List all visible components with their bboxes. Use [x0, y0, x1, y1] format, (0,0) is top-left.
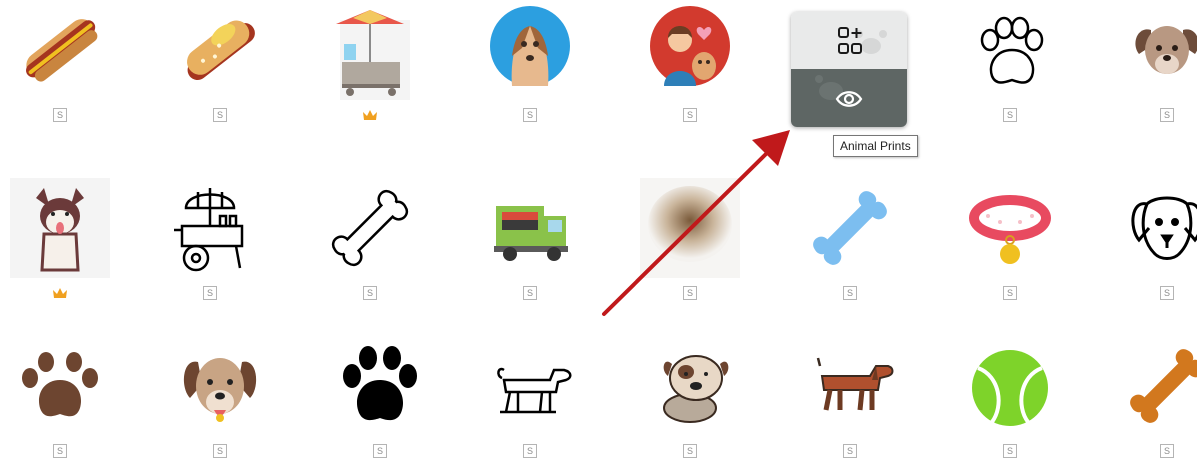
hot-dog-mustard-icon[interactable]: [170, 0, 270, 100]
icon-tooltip: Animal Prints: [833, 135, 918, 157]
dog-face-outline-icon[interactable]: [1117, 178, 1197, 278]
paw-black-icon[interactable]: [330, 336, 430, 436]
bone-blue-icon[interactable]: [800, 178, 900, 278]
standard-badge: S: [363, 286, 377, 300]
bulldog-icon[interactable]: [640, 336, 740, 436]
standard-badge: S: [53, 444, 67, 458]
paw-outline-icon[interactable]: [960, 0, 1060, 100]
food-cart-umbrella-icon[interactable]: [160, 178, 260, 278]
premium-crown-icon: [363, 110, 377, 120]
standard-badge: S: [203, 286, 217, 300]
dog-face-icon[interactable]: [1117, 0, 1197, 100]
food-truck-icon[interactable]: [480, 178, 580, 278]
standard-badge: S: [213, 108, 227, 122]
dog-collar-icon[interactable]: [960, 178, 1060, 278]
standard-badge: S: [683, 108, 697, 122]
result-cell: S: [1107, 0, 1197, 130]
result-cell: S: [950, 336, 1070, 466]
result-cell: S: [1107, 178, 1197, 308]
hot-dog-icon[interactable]: [10, 0, 110, 100]
result-cell: S: [630, 336, 750, 466]
add-to-collection-button[interactable]: [791, 12, 907, 69]
eye-icon[interactable]: [835, 89, 863, 109]
dog-owner-icon[interactable]: [640, 0, 740, 100]
tennis-ball-icon[interactable]: [960, 336, 1060, 436]
standard-badge: S: [843, 444, 857, 458]
bone-outline-icon[interactable]: [320, 178, 420, 278]
result-cell: S: [160, 336, 280, 466]
standard-badge: S: [213, 444, 227, 458]
animal-prints-icon-hover-card[interactable]: [791, 12, 907, 127]
standard-badge: S: [683, 444, 697, 458]
result-cell: S: [0, 0, 120, 130]
standard-badge: S: [683, 286, 697, 300]
dog-face-brown-icon[interactable]: [170, 336, 270, 436]
result-cell: S: [0, 336, 120, 466]
result-cell: S: [1107, 336, 1197, 466]
standard-badge: S: [1003, 286, 1017, 300]
result-cell: S: [790, 336, 910, 466]
standard-badge: S: [843, 286, 857, 300]
result-cell: S: [790, 178, 910, 308]
result-cell: S: [470, 178, 590, 308]
result-cell: [310, 0, 430, 130]
result-cell: S: [310, 178, 430, 308]
result-cell: S: [470, 0, 590, 130]
add-to-collection-icon[interactable]: [837, 26, 863, 56]
result-cell: S: [950, 0, 1070, 130]
dog-circle-icon[interactable]: [480, 0, 580, 100]
standard-badge: S: [53, 108, 67, 122]
dachshund-icon[interactable]: [800, 336, 900, 436]
result-cell: S: [950, 178, 1070, 308]
dog-walking-outline-icon[interactable]: [480, 336, 580, 436]
result-cell: [0, 178, 120, 308]
paw-brown-icon[interactable]: [10, 336, 110, 436]
result-cell: S: [150, 178, 270, 308]
result-cell: S: [630, 178, 750, 308]
standard-badge: S: [1160, 444, 1174, 458]
hot-dog-cart-icon[interactable]: [320, 0, 420, 100]
standard-badge: S: [373, 444, 387, 458]
blurred-icon[interactable]: [640, 178, 740, 278]
standard-badge: S: [1160, 286, 1174, 300]
husky-icon[interactable]: [10, 178, 110, 278]
standard-badge: S: [1003, 444, 1017, 458]
standard-badge: S: [523, 108, 537, 122]
result-cell: S: [630, 0, 750, 130]
result-cell: S: [470, 336, 590, 466]
standard-badge: S: [1160, 108, 1174, 122]
result-cell: S: [160, 0, 280, 130]
view-icon-button[interactable]: [791, 69, 907, 127]
bone-orange-icon[interactable]: [1117, 336, 1197, 436]
standard-badge: S: [523, 444, 537, 458]
icon-results-grid: S S S S S S S S S S S S S S S S S S S S …: [0, 0, 1197, 474]
standard-badge: S: [1003, 108, 1017, 122]
premium-crown-icon: [53, 288, 67, 298]
standard-badge: S: [523, 286, 537, 300]
result-cell: S: [320, 336, 440, 466]
